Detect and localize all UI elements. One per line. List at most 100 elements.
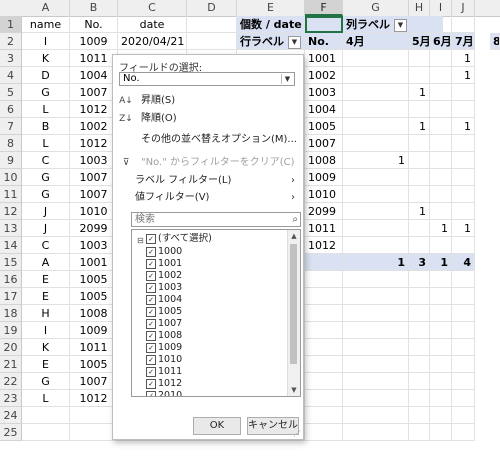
name-cell[interactable]: A bbox=[22, 254, 70, 271]
row-header[interactable]: 21 bbox=[0, 356, 22, 373]
pivot-month-header[interactable]: 8 bbox=[490, 33, 500, 50]
name-cell[interactable]: B bbox=[22, 118, 70, 135]
grid-cell[interactable] bbox=[430, 373, 452, 390]
name-cell[interactable]: C bbox=[22, 152, 70, 169]
pivot-grand-total[interactable]: 1 bbox=[343, 254, 409, 271]
pivot-row-key[interactable]: 1001 bbox=[305, 50, 343, 67]
row-header[interactable]: 6 bbox=[0, 101, 22, 118]
grid-cell[interactable] bbox=[22, 407, 70, 424]
grid-cell[interactable] bbox=[187, 33, 237, 50]
name-cell[interactable]: K bbox=[22, 50, 70, 67]
grid-cell[interactable] bbox=[409, 356, 430, 373]
filter-active-icon[interactable]: ▼ bbox=[288, 35, 301, 49]
row-header[interactable]: 4 bbox=[0, 67, 22, 84]
pivot-column-labels[interactable]: 列ラベル ▼ bbox=[343, 16, 443, 33]
filter-item-checkbox[interactable]: ✓ 1009 bbox=[146, 342, 182, 354]
column-header[interactable]: G bbox=[343, 0, 409, 16]
name-cell[interactable]: J bbox=[22, 203, 70, 220]
row-header[interactable]: 23 bbox=[0, 390, 22, 407]
pivot-month-header[interactable]: 7月 bbox=[452, 33, 475, 50]
row-header[interactable]: 13 bbox=[0, 220, 22, 237]
pivot-value-cell[interactable]: 1 bbox=[452, 67, 475, 84]
grid-cell[interactable] bbox=[343, 220, 409, 237]
table-cell[interactable]: I bbox=[22, 33, 70, 50]
grid-cell[interactable] bbox=[409, 186, 430, 203]
grid-cell[interactable] bbox=[409, 220, 430, 237]
row-header[interactable]: 3 bbox=[0, 50, 22, 67]
number-cell[interactable]: 1003 bbox=[70, 237, 118, 254]
grid-cell[interactable] bbox=[430, 288, 452, 305]
grid-cell[interactable] bbox=[409, 288, 430, 305]
row-header[interactable]: 25 bbox=[0, 424, 22, 441]
column-header[interactable]: A bbox=[22, 0, 70, 16]
filter-item-checkbox[interactable]: ✓ 1004 bbox=[146, 294, 182, 306]
name-cell[interactable]: H bbox=[22, 305, 70, 322]
grid-cell[interactable] bbox=[409, 50, 430, 67]
grid-cell[interactable] bbox=[409, 339, 430, 356]
row-header[interactable]: 1 bbox=[0, 16, 22, 33]
pivot-value-cell[interactable]: 1 bbox=[452, 220, 475, 237]
grid-cell[interactable] bbox=[305, 271, 343, 288]
number-cell[interactable]: 1007 bbox=[70, 169, 118, 186]
grid-cell[interactable] bbox=[430, 390, 452, 407]
row-header[interactable]: 16 bbox=[0, 271, 22, 288]
name-cell[interactable]: L bbox=[22, 135, 70, 152]
grid-cell[interactable] bbox=[409, 101, 430, 118]
pivot-grand-total[interactable]: 3 bbox=[409, 254, 430, 271]
name-cell[interactable]: J bbox=[22, 220, 70, 237]
filter-icon[interactable]: ▼ bbox=[394, 18, 407, 32]
row-header[interactable]: 18 bbox=[0, 305, 22, 322]
filter-item-checkbox[interactable]: ✓ 1001 bbox=[146, 258, 182, 270]
name-cell[interactable]: L bbox=[22, 101, 70, 118]
more-sort-options-item[interactable]: その他の並べ替えオプション(M)... bbox=[117, 132, 299, 148]
grid-cell[interactable] bbox=[430, 67, 452, 84]
pivot-row-key[interactable]: 1002 bbox=[305, 67, 343, 84]
filter-item-checkbox[interactable]: ✓ 1005 bbox=[146, 306, 182, 318]
select-all-checkbox[interactable]: ✓ (すべて選択) bbox=[146, 233, 212, 245]
grid-cell[interactable] bbox=[343, 288, 409, 305]
pivot-value-cell[interactable]: 1 bbox=[409, 84, 430, 101]
grid-cell[interactable] bbox=[187, 16, 237, 33]
name-cell[interactable]: L bbox=[22, 390, 70, 407]
grid-cell[interactable] bbox=[305, 288, 343, 305]
pivot-row-key[interactable]: 1004 bbox=[305, 101, 343, 118]
number-cell[interactable]: 1011 bbox=[70, 50, 118, 67]
row-header[interactable]: 17 bbox=[0, 288, 22, 305]
grid-cell[interactable] bbox=[452, 84, 475, 101]
column-header[interactable]: F bbox=[305, 0, 343, 16]
grid-cell[interactable] bbox=[430, 339, 452, 356]
filter-item-checkbox[interactable]: ✓ 1000 bbox=[146, 246, 182, 258]
grid-cell[interactable] bbox=[430, 322, 452, 339]
filter-item-checkbox[interactable]: ✓ 1008 bbox=[146, 330, 182, 342]
cancel-button[interactable]: キャンセル bbox=[247, 417, 299, 435]
grid-cell[interactable] bbox=[409, 135, 430, 152]
chevron-down-icon[interactable]: ▼ bbox=[281, 74, 293, 84]
number-cell[interactable]: 1003 bbox=[70, 152, 118, 169]
grid-cell[interactable] bbox=[305, 356, 343, 373]
grid-cell[interactable] bbox=[452, 339, 475, 356]
grid-cell[interactable] bbox=[430, 305, 452, 322]
grid-cell[interactable] bbox=[343, 67, 409, 84]
row-header[interactable]: 10 bbox=[0, 169, 22, 186]
table-cell[interactable]: 1009 bbox=[70, 33, 118, 50]
grid-cell[interactable] bbox=[452, 407, 475, 424]
table-header-cell[interactable]: name bbox=[22, 16, 70, 33]
pivot-row-key[interactable]: 1007 bbox=[305, 135, 343, 152]
resize-grip-icon[interactable]: ⋰ bbox=[293, 429, 301, 438]
row-header[interactable]: 22 bbox=[0, 373, 22, 390]
row-header[interactable]: 5 bbox=[0, 84, 22, 101]
number-cell[interactable]: 1009 bbox=[70, 322, 118, 339]
grid-cell[interactable] bbox=[452, 152, 475, 169]
grid-cell[interactable] bbox=[343, 390, 409, 407]
row-header[interactable]: 14 bbox=[0, 237, 22, 254]
grid-cell[interactable] bbox=[430, 169, 452, 186]
grid-cell[interactable] bbox=[409, 237, 430, 254]
number-cell[interactable]: 1005 bbox=[70, 288, 118, 305]
grid-cell[interactable] bbox=[430, 356, 452, 373]
row-header[interactable]: 8 bbox=[0, 135, 22, 152]
filter-item-checkbox[interactable]: ✓ 2010 bbox=[146, 390, 182, 396]
row-header[interactable]: 12 bbox=[0, 203, 22, 220]
grid-cell[interactable] bbox=[409, 373, 430, 390]
grid-cell[interactable] bbox=[409, 322, 430, 339]
number-cell[interactable]: 1002 bbox=[70, 118, 118, 135]
